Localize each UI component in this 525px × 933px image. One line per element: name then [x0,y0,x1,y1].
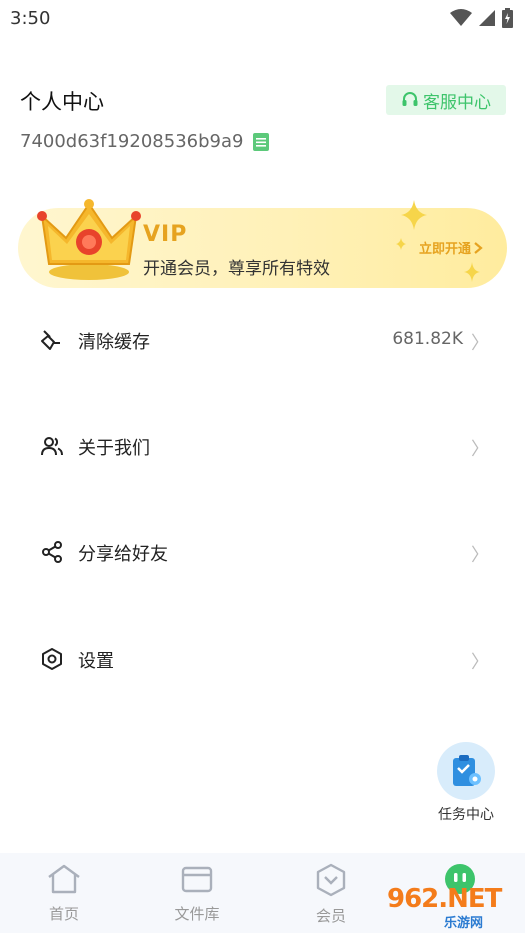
share-icon [42,541,62,563]
menu-label: 设置 [78,651,114,672]
users-icon [41,437,63,456]
wifi-icon [450,9,472,26]
menu-label: 关于我们 [78,438,150,459]
user-id: 7400d63f19208536b9a9 [20,131,244,152]
clipboard-icon [453,755,481,786]
chevron-right-icon [474,241,483,254]
menu-label: 分享给好友 [78,544,168,565]
copy-icon[interactable] [253,132,270,151]
page-title: 个人中心 [20,90,104,114]
signal-icon [479,10,495,26]
home-icon [48,864,80,894]
customer-service-button[interactable]: 客服中心 [386,85,506,115]
headset-icon [402,92,418,106]
watermark-sub: 乐游网 [444,916,484,931]
chevron-right-icon: 〉 [471,545,489,566]
sparkle-small-icon [464,262,480,282]
vip-subtitle: 开通会员，尊享所有特效 [143,259,330,279]
cache-size: 681.82K [392,329,463,349]
sparkle-tiny-icon [396,238,406,250]
task-center-button[interactable]: 任务中心 [431,742,501,824]
task-center-label: 任务中心 [438,807,494,823]
menu-item-about-us[interactable]: 关于我们 〉 [0,416,525,476]
vip-banner[interactable]: VIP 开通会员，尊享所有特效 立即开通 [18,199,507,288]
chevron-right-icon: 〉 [471,439,489,460]
menu-item-settings[interactable]: 设置 〉 [0,629,525,689]
chevron-right-icon: 〉 [471,333,489,354]
nav-home[interactable]: 首页 [24,863,104,924]
status-icons [450,8,513,28]
crown-icon [37,199,141,280]
vip-open-label: 立即开通 [419,242,472,257]
menu-label: 清除缓存 [78,332,150,353]
status-time: 3:50 [10,8,51,29]
vip-shield-icon [316,863,346,897]
user-id-row: 7400d63f19208536b9a9 [20,131,270,152]
settings-icon [42,648,62,670]
customer-service-label: 客服中心 [423,92,491,113]
status-bar: 3:50 [0,0,525,36]
nav-label: 会员 [315,907,346,925]
menu-item-clear-cache[interactable]: 清除缓存 681.82K 〉 [0,310,525,370]
folder-icon [181,866,213,893]
watermark-logo: 962.NET [387,884,502,914]
sparkle-icon [401,200,427,230]
menu-item-share[interactable]: 分享给好友 〉 [0,522,525,582]
broom-icon [41,330,60,350]
chevron-right-icon: 〉 [471,652,489,673]
nav-vip[interactable]: 会员 [291,863,371,926]
vip-open-button[interactable]: 立即开通 [419,238,483,257]
task-center-circle [437,742,495,800]
nav-library[interactable]: 文件库 [157,863,237,924]
battery-icon [502,8,513,28]
vip-title: VIP [143,222,188,247]
nav-label: 首页 [48,905,79,923]
nav-label: 文件库 [174,905,220,923]
